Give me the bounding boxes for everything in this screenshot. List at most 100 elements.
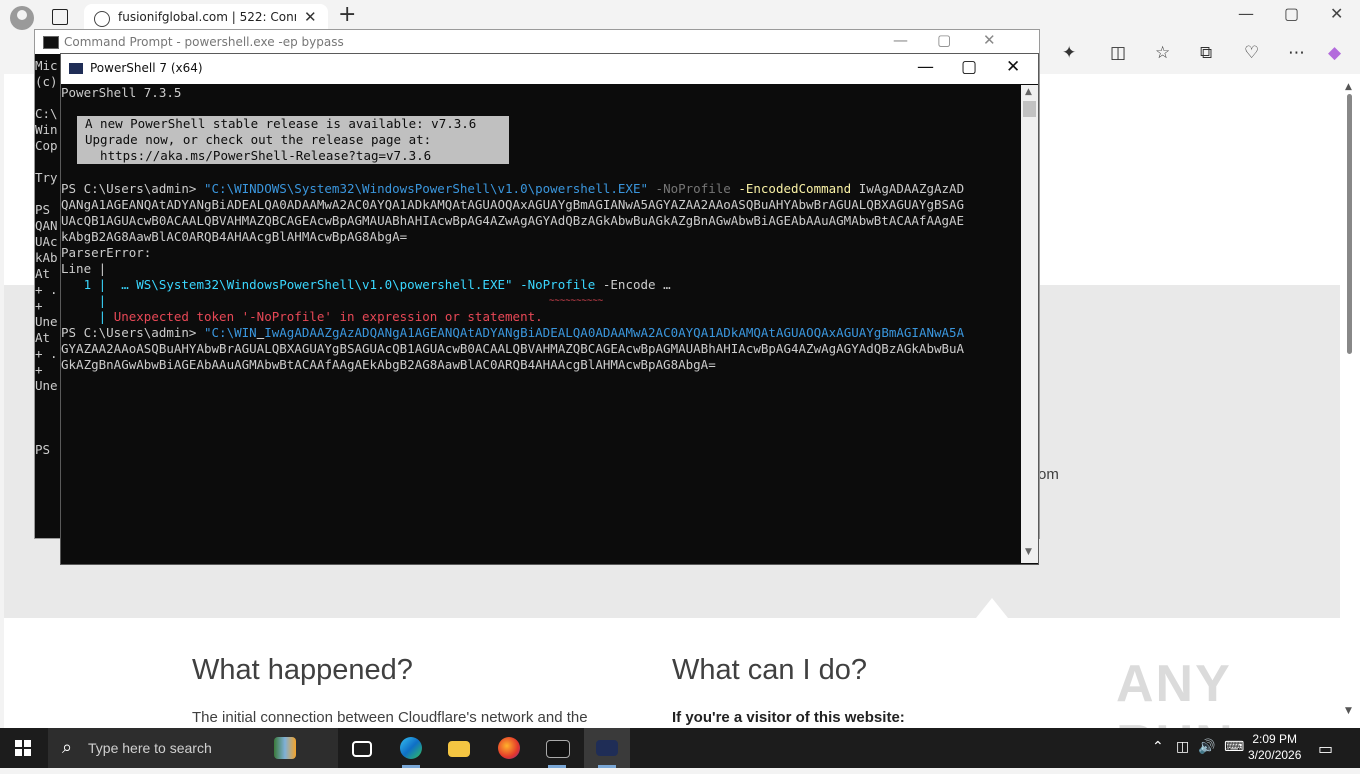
cmd-output: Mic (c) C:\ Win Cop Try PS QAN UAc kAb At + . + Un… [35,58,58,458]
minimize-button[interactable]: — [1238,4,1254,23]
file-explorer-icon[interactable] [436,728,482,768]
error-line-rest: -Encode … [595,277,671,292]
collections-icon[interactable]: ⧉ [1200,43,1212,63]
cmd-maximize-button[interactable]: ▢ [937,31,951,49]
cmd-output-line: Win [35,122,58,137]
cmd-output-line: At [35,266,58,281]
cmd-output-line: Mic [35,58,58,73]
cmd-output-line [35,410,58,426]
error-pipe: | [61,309,114,324]
status-pointer [976,598,1008,618]
cmd-output-line: + . [35,346,58,361]
cmd-output-line: + . [35,282,58,297]
cmd-output-line [35,154,58,170]
browser-essentials-icon[interactable]: ♡ [1244,43,1259,63]
ps-scrollbar[interactable]: ▲ ▼ [1021,85,1038,563]
powershell-window[interactable]: PowerShell 7 (x64) — ▢ ✕ A new PowerShel… [60,53,1039,565]
tab-actions-icon[interactable] [52,9,68,25]
prompt: PS C:\Users\admin> [61,325,204,340]
what-happened-text: The initial connection between Cloudflar… [192,709,588,726]
what-can-i-do-heading: What can I do? [672,654,868,686]
tray-chevron-icon[interactable]: ⌃ [1152,739,1164,755]
parser-error-label: ParserError: [61,245,152,260]
cmd-output-line: PS [35,202,58,217]
command-text: "C:\WIN [204,325,257,340]
command-wrap: GkAZgBnAGwAbwBiAGEAbAAuAGMAbwBtACAAfAAgA… [61,357,716,372]
command-wrap: GYAZAA2AAoASQBuAHYAbwBrAGUALQBXAGUAYgBSA… [61,341,965,356]
ps-titlebar[interactable]: PowerShell 7 (x64) — ▢ ✕ [61,54,1038,84]
search-highlight-icon[interactable] [262,728,308,768]
new-tab-button[interactable]: + [338,2,356,27]
command-wrap: UAcQB1AGUAcwB0ACAALQBVAHMAZQBCAGEAcwBpAG… [61,213,965,228]
cmd-output-line [35,90,58,106]
cmd-taskbar-icon[interactable] [534,728,580,768]
page-domain-fragment: om [1038,466,1059,483]
ps-title: PowerShell 7 (x64) [90,61,203,75]
ps-console[interactable]: A new PowerShell stable release is avail… [61,85,1021,563]
prompt: PS C:\Users\admin> [61,181,204,196]
error-squiggle: ~~~~~~~~~~ [549,296,604,306]
close-window-button[interactable]: ✕ [1330,4,1343,23]
powershell-icon [69,63,83,74]
clock-date: 3/20/2026 [1248,748,1302,762]
error-line-source: 1 | … WS\System32\WindowsPowerShell\v1.0… [61,277,521,292]
more-menu-icon[interactable]: ⋯ [1288,43,1305,63]
firefox-icon[interactable] [486,728,532,768]
task-view-icon[interactable] [338,728,384,768]
scroll-up-icon[interactable]: ▲ [1025,87,1032,97]
scroll-thumb[interactable] [1023,101,1036,117]
cmd-output-line: + [35,298,51,313]
ps-output: PowerShell 7.3.5 PS C:\Users\admin> "C:\… [61,85,964,373]
scroll-down-icon[interactable]: ▼ [1345,706,1352,716]
cmd-close-button[interactable]: ✕ [983,31,996,49]
command-wrap: QANgA1AGEANQAtADYANgBiADEALQA0ADAAMwA2AC… [61,197,965,212]
cmd-output-line: Une [35,314,58,329]
close-tab-icon[interactable]: ✕ [304,8,317,26]
cmd-title: Command Prompt - powershell.exe -ep bypa… [64,35,344,49]
cmd-icon [43,36,59,49]
clock[interactable]: 2:09 PM 3/20/2026 [1248,731,1301,763]
visitor-text: If you're a visitor of this website: [672,709,905,726]
ps-minimize-button[interactable]: — [917,57,934,77]
favorites-icon[interactable]: ☆ [1155,43,1170,63]
error-pointer-line: | ~~~~~~~~~~ [61,293,964,309]
volume-icon[interactable]: 🔊 [1198,739,1215,755]
search-placeholder: Type here to search [88,740,212,756]
ps-maximize-button[interactable]: ▢ [961,57,977,77]
profile-avatar-icon[interactable] [10,6,34,30]
page-scrollbar[interactable]: ▲ ▼ [1340,74,1360,728]
notifications-icon[interactable]: ▭ [1318,739,1333,758]
split-screen-icon[interactable]: ◫ [1110,43,1126,63]
cmd-output-line: At [35,330,58,345]
copilot-icon[interactable]: ◆ [1328,43,1341,63]
cmd-minimize-button[interactable]: — [893,31,908,49]
extensions-icon[interactable]: ✦ [1062,43,1076,63]
edge-icon[interactable] [388,728,434,768]
restore-button[interactable]: ▢ [1284,4,1299,23]
scroll-up-icon[interactable]: ▲ [1345,82,1352,92]
error-message-line: | Unexpected token '-NoProfile' in expre… [61,309,964,325]
error-message: Unexpected token '-NoProfile' in express… [113,309,543,324]
command-wrap: kAbgB2AG8AawBlAC0ARQB4AHAAcgBlAHMAcwBpAG… [61,229,408,244]
cmd-output-line: Cop [35,138,58,153]
cmd-output-line: kAb [35,250,58,265]
taskbar: ⌕ Type here to search ⌃ ◫ 🔊 ⌨ 2:09 PM 3/… [0,728,1360,768]
scroll-down-icon[interactable]: ▼ [1025,547,1032,557]
powershell-taskbar-icon[interactable] [584,728,630,768]
cmd-output-line [35,186,58,202]
error-pipe: | [61,293,107,308]
what-happened-heading: What happened? [192,654,413,686]
ps-close-button[interactable]: ✕ [1006,57,1020,77]
windows-start-icon[interactable] [15,740,31,756]
network-icon[interactable]: ◫ [1176,739,1189,755]
scroll-thumb[interactable] [1347,94,1352,354]
cmd-titlebar[interactable]: Command Prompt - powershell.exe -ep bypa… [35,30,1039,54]
command-path: "C:\WINDOWS\System32\WindowsPowerShell\v… [204,181,649,196]
command-param: -EncodedCommand [738,181,852,196]
cmd-output-line: Try [35,170,58,185]
cmd-output-line: (c) [35,74,58,89]
cmd-output-line: C:\ [35,106,58,121]
command-text-rest: IwAgADAAZgAzADQANgA1AGEANQAtADYANgBiADEA… [264,325,965,340]
language-icon[interactable]: ⌨ [1224,739,1244,755]
search-icon: ⌕ [62,737,73,758]
